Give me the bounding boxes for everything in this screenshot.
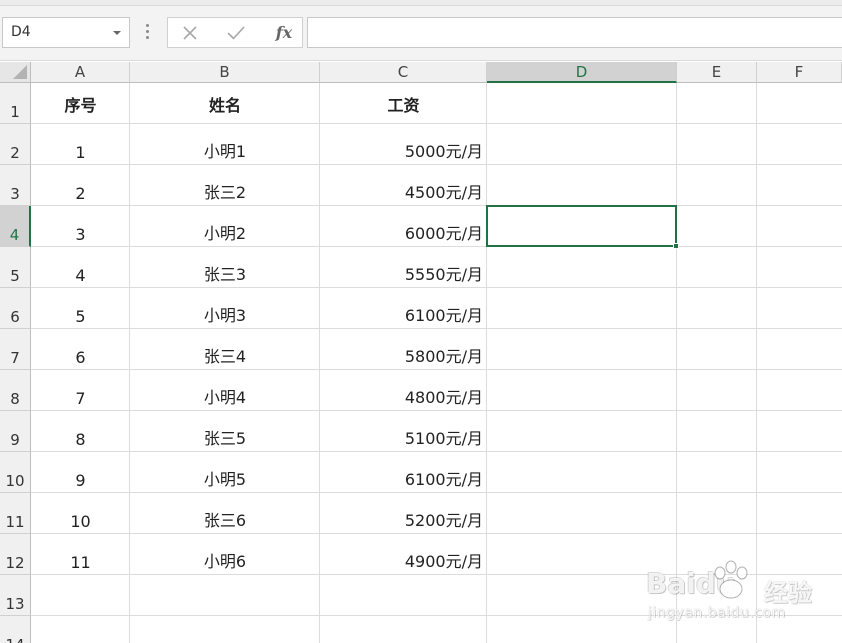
close-icon [183,26,197,40]
cell-name[interactable]: 小明4 [130,370,320,411]
cell-name[interactable]: 张三4 [130,329,320,370]
cell-index[interactable]: 9 [31,452,130,493]
cell-name[interactable]: 小明6 [130,534,320,575]
baidu-jingyan-watermark: Baidu 经验 jingyan.baidu.com [644,553,842,643]
column-header-f[interactable]: F [757,62,842,83]
cell-salary[interactable]: 6100元/月 [320,452,487,493]
cell-name[interactable]: 小明2 [130,206,320,247]
cell-salary[interactable]: 5000元/月 [320,124,487,165]
row-header-4[interactable]: 4 [0,206,31,247]
cell-name[interactable]: 小明3 [130,288,320,329]
insert-function-button[interactable]: fx [264,18,304,47]
row-header-14[interactable]: 14 [0,616,31,643]
row-header-3[interactable]: 3 [0,165,31,206]
confirm-button[interactable] [216,18,256,47]
cell-name[interactable]: 张三2 [130,165,320,206]
cell-name[interactable]: 小明1 [130,124,320,165]
column-header-d[interactable]: D [487,62,677,83]
cell-salary[interactable]: 4500元/月 [320,165,487,206]
cell-index[interactable]: 8 [31,411,130,452]
cell-index[interactable]: 7 [31,370,130,411]
watermark-brand: 经验 [764,579,812,607]
column-header-c[interactable]: C [320,62,487,83]
cell-salary[interactable]: 5550元/月 [320,247,487,288]
cell-salary[interactable]: 6000元/月 [320,206,487,247]
cell-name[interactable]: 小明5 [130,452,320,493]
cell-salary[interactable]: 6100元/月 [320,288,487,329]
header-cell[interactable]: 序号 [31,83,130,124]
name-box-value: D4 [11,24,31,40]
paw-icon [714,560,748,599]
active-cell-selection[interactable] [486,205,679,249]
header-cell[interactable]: 姓名 [130,83,320,124]
cell-salary[interactable]: 4900元/月 [320,534,487,575]
row-header-5[interactable]: 5 [0,247,31,288]
row-header-1[interactable]: 1 [0,83,31,124]
row-header-8[interactable]: 8 [0,370,31,411]
cell-index[interactable]: 5 [31,288,130,329]
row-header-13[interactable]: 13 [0,575,31,616]
cell-index[interactable]: 6 [31,329,130,370]
chevron-down-icon[interactable] [113,31,121,35]
cancel-button[interactable] [170,18,210,47]
select-all-icon [13,65,27,79]
header-cell[interactable]: 工资 [320,83,487,124]
row-header-2[interactable]: 2 [0,124,31,165]
select-all-button[interactable] [0,62,31,83]
column-header-b[interactable]: B [130,62,320,83]
row-header-12[interactable]: 12 [0,534,31,575]
column-header-a[interactable]: A [31,62,130,83]
spreadsheet-app: D4 fx ABCDEF 1234567891011121314 序号姓名工资1 [0,0,842,643]
cell-salary[interactable]: 5100元/月 [320,411,487,452]
row-header-6[interactable]: 6 [0,288,31,329]
cell-index[interactable]: 3 [31,206,130,247]
formula-bar: D4 fx [0,6,842,61]
cell-salary[interactable]: 5200元/月 [320,493,487,534]
cell-salary[interactable]: 5800元/月 [320,329,487,370]
row-header-10[interactable]: 10 [0,452,31,493]
column-header-e[interactable]: E [677,62,757,83]
cell-index[interactable]: 10 [31,493,130,534]
more-options-icon[interactable] [146,24,150,40]
name-box[interactable]: D4 [2,17,130,48]
row-header-7[interactable]: 7 [0,329,31,370]
cell-name[interactable]: 张三6 [130,493,320,534]
row-header-11[interactable]: 11 [0,493,31,534]
cell-name[interactable]: 张三5 [130,411,320,452]
checkmark-icon [227,26,245,40]
cell-salary[interactable]: 4800元/月 [320,370,487,411]
row-header-9[interactable]: 9 [0,411,31,452]
cell-index[interactable]: 1 [31,124,130,165]
cell-index[interactable]: 2 [31,165,130,206]
cell-index[interactable]: 4 [31,247,130,288]
formula-buttons: fx [167,17,303,48]
cell-index[interactable]: 11 [31,534,130,575]
watermark-url: jingyan.baidu.com [648,605,786,621]
cell-name[interactable]: 张三3 [130,247,320,288]
formula-input[interactable] [307,17,842,48]
